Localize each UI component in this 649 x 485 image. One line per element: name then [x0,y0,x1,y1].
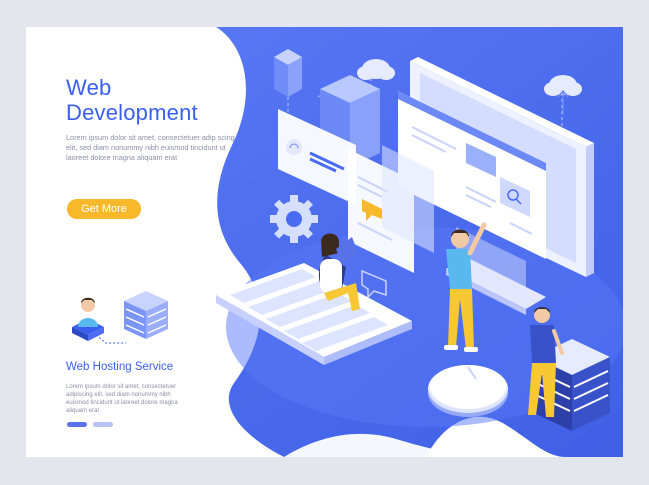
get-more-button[interactable]: Get More [67,199,141,219]
page-title: Web Development [66,75,198,125]
cube-block [274,49,302,97]
server-stack-icon [124,291,168,339]
pager-dot-1-active[interactable] [67,422,87,427]
hosting-description: Lorem ipsum dolor sit amet, consectetuer… [66,384,178,414]
hosting-diagram [72,291,168,344]
title-line-2: Development [66,100,198,125]
hosting-title: Web Hosting Service [66,361,174,373]
cloud-icon [357,59,395,80]
title-line-1: Web [66,75,112,100]
gear-icon [270,195,318,243]
landing-card: Web Development Lorem ipsum dolor sit am… [26,27,623,457]
cloud-upload-icon [544,75,582,115]
pager-dot-2[interactable] [93,422,113,427]
mouse-icon [428,365,508,417]
user-avatar-icon [72,297,104,341]
hero-description: Lorem ipsum dolor sit amet, consectetuer… [66,133,235,162]
